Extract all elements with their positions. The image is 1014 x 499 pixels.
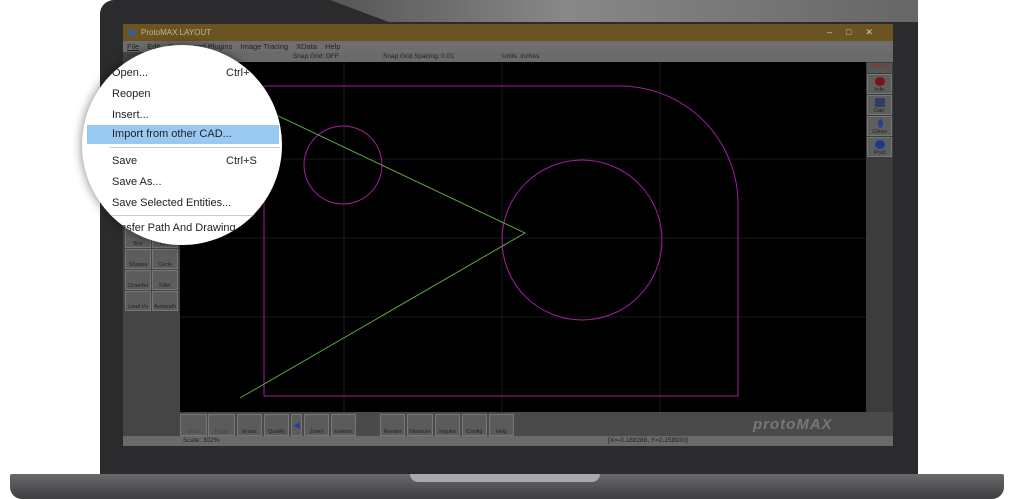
- redo-button[interactable]: Redo: [208, 414, 235, 436]
- special-header: Special: [867, 63, 892, 73]
- prev-arrow-icon[interactable]: ◀: [291, 414, 302, 436]
- config-button[interactable]: Config: [462, 414, 487, 436]
- zoom-button[interactable]: Zoom: [304, 414, 329, 436]
- menu-item-save-selected[interactable]: Save Selected Entities...: [82, 194, 282, 213]
- drawing: [180, 62, 866, 412]
- tool-clean[interactable]: Clean: [867, 116, 892, 136]
- tool-path: [239, 111, 527, 399]
- tool-lead-io[interactable]: Lead i/o: [125, 291, 151, 311]
- menu-item-open[interactable]: Open... Ctrl+: [82, 64, 282, 83]
- menu-item-reopen[interactable]: Reopen: [82, 85, 282, 104]
- file-menu-magnified: Open... Ctrl+ Reopen Insert... Import fro…: [82, 45, 282, 245]
- laptop-notch: [410, 474, 600, 482]
- extents-button[interactable]: Extents: [331, 414, 356, 436]
- scale-readout: Scale: 302%: [183, 437, 220, 444]
- calculator-icon: [875, 98, 885, 107]
- menu-item-save[interactable]: Save Ctrl+S: [82, 152, 282, 171]
- snap-grid-status: Snap Grid: OFF: [293, 53, 339, 60]
- arrow-right-icon: [875, 140, 885, 149]
- bottom-toolbar: Undo Redo Erase Quality ◀ Zoom Extents R…: [180, 414, 520, 436]
- window-title: ProtoMAX LAYOUT: [141, 28, 212, 37]
- close-button[interactable]: ✕: [865, 27, 887, 37]
- menu-file[interactable]: File: [127, 42, 139, 51]
- tool-fillet[interactable]: Fillet: [152, 270, 178, 290]
- part-outline: [263, 85, 739, 397]
- small-hole: [303, 125, 383, 205]
- right-toolbar: Special Info Calc Clean Post: [866, 62, 893, 412]
- protomax-logo: protoMAX: [753, 416, 833, 433]
- tool-post[interactable]: Post: [867, 137, 892, 157]
- undo-button[interactable]: Undo: [180, 414, 207, 436]
- drawing-canvas[interactable]: [180, 62, 866, 412]
- tool-calc[interactable]: Calc: [867, 95, 892, 115]
- tool-autopath[interactable]: Autopath: [152, 291, 178, 311]
- status-bar: Scale: 302% [X=-0.188288, Y=2.158930]: [123, 436, 893, 446]
- measure-button[interactable]: Measure: [407, 414, 433, 436]
- menu-help[interactable]: Help: [325, 42, 340, 51]
- app-logo-icon: [128, 29, 136, 37]
- menu-separator: [110, 215, 280, 216]
- coordinate-readout: [X=-0.188288, Y=2.158930]: [608, 437, 688, 444]
- tool-circle[interactable]: Circle: [152, 249, 178, 269]
- menu-xdata[interactable]: XData: [296, 42, 317, 51]
- units-label: Units: inches: [502, 53, 540, 60]
- menu-item-import-cad[interactable]: Import from other CAD...: [87, 125, 279, 144]
- large-hole: [501, 159, 663, 321]
- inquire-button[interactable]: Inquire: [435, 414, 460, 436]
- title-bar: ProtoMAX LAYOUT –□✕: [123, 24, 893, 41]
- snap-grid-spacing: Snap Grid Spacing: 0.01: [383, 53, 454, 60]
- quality-button[interactable]: Quality: [264, 414, 289, 436]
- tool-chamfer[interactable]: Chamfer: [125, 270, 151, 290]
- help-button[interactable]: Help: [489, 414, 514, 436]
- render-button[interactable]: Render: [380, 414, 405, 436]
- minimize-button[interactable]: –: [827, 27, 846, 37]
- clean-icon: [878, 119, 883, 128]
- menu-separator: [110, 147, 280, 148]
- menu-item-transfer-path[interactable]: Transfer Path And Drawing: [82, 219, 282, 238]
- menu-item-save-as[interactable]: Save As...: [82, 173, 282, 192]
- menu-bar: File Edit Scripts and Plugins Image Trac…: [123, 41, 893, 52]
- screen-glare: [330, 0, 918, 22]
- tool-info[interactable]: Info: [867, 74, 892, 94]
- tool-shapes[interactable]: Shapes: [125, 249, 151, 269]
- info-bar: Snap Grid: OFF Snap Grid Spacing: 0.01 U…: [180, 52, 893, 62]
- maximize-button[interactable]: □: [846, 27, 865, 37]
- grid-lines: [180, 62, 866, 412]
- menu-item-insert[interactable]: Insert...: [82, 106, 282, 125]
- info-icon: [875, 77, 885, 86]
- menu-image-tracing[interactable]: Image Tracing: [241, 42, 289, 51]
- erase-button[interactable]: Erase: [237, 414, 262, 436]
